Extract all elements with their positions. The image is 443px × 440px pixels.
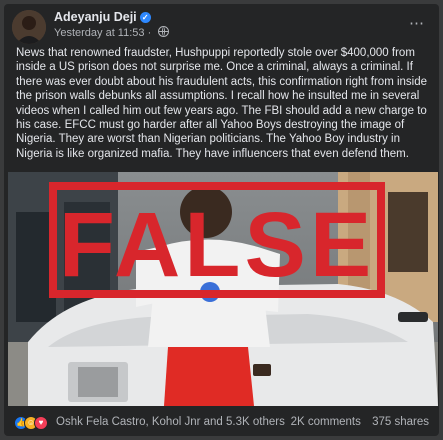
comments-count[interactable]: 2K comments bbox=[291, 416, 361, 428]
post-header: Adeyanju Deji ✓ Yesterday at 11:53 · ⋯ bbox=[4, 4, 439, 46]
post-footer: 👍 ☺ ♥ Oshk Fela Castro, Kohol Jnr and 5.… bbox=[4, 408, 439, 436]
love-reaction-icon: ♥ bbox=[34, 416, 48, 430]
shares-count[interactable]: 375 shares bbox=[372, 416, 429, 428]
author-name[interactable]: Adeyanju Deji bbox=[54, 10, 137, 24]
verified-badge-icon: ✓ bbox=[139, 12, 151, 23]
post-meta: Yesterday at 11:53 · bbox=[54, 26, 170, 39]
post-body: News that renowned fraudster, Hushpuppi … bbox=[16, 47, 428, 160]
post-timestamp[interactable]: Yesterday at 11:53 bbox=[54, 27, 145, 39]
engagement-counts: 2K comments 375 shares bbox=[283, 416, 429, 428]
author-name-line: Adeyanju Deji ✓ bbox=[54, 10, 151, 24]
post-image[interactable]: FALSE bbox=[8, 172, 438, 406]
post-card: Adeyanju Deji ✓ Yesterday at 11:53 · ⋯ Ne… bbox=[4, 4, 439, 436]
globe-icon bbox=[158, 26, 170, 37]
reactors-text[interactable]: Oshk Fela Castro, Kohol Jnr and 5.3K oth… bbox=[56, 416, 285, 428]
more-options-icon[interactable]: ⋯ bbox=[409, 14, 425, 32]
author-avatar[interactable] bbox=[12, 10, 46, 44]
false-stamp: FALSE bbox=[59, 194, 375, 296]
meta-separator: · bbox=[147, 27, 152, 39]
